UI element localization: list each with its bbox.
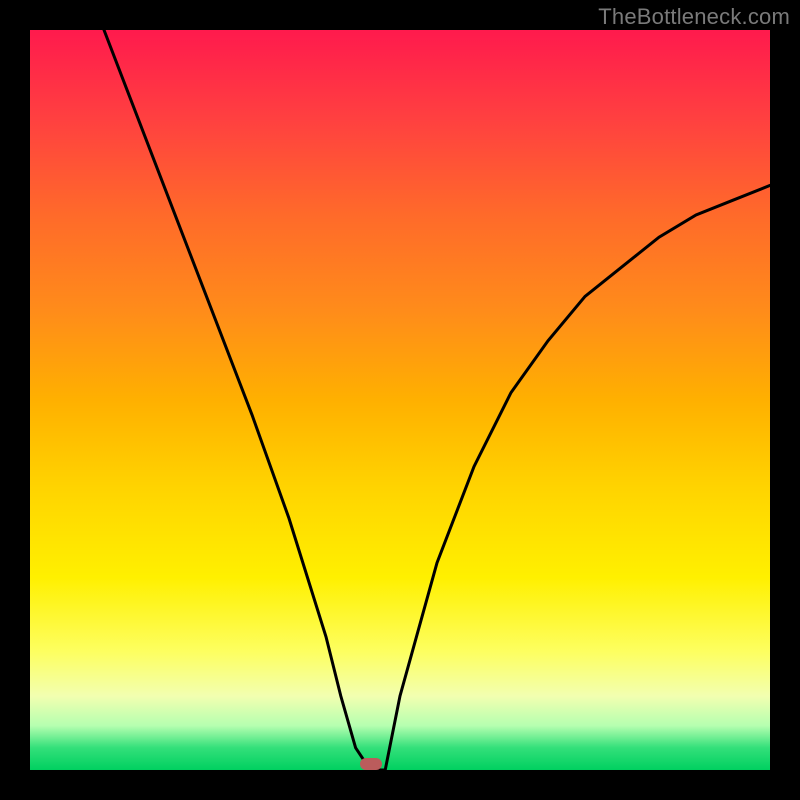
bottleneck-curve-path (104, 30, 770, 770)
bottleneck-marker (360, 758, 382, 770)
curve-svg (30, 30, 770, 770)
chart-frame: TheBottleneck.com (0, 0, 800, 800)
watermark-text: TheBottleneck.com (598, 4, 790, 30)
chart-plot-area (30, 30, 770, 770)
